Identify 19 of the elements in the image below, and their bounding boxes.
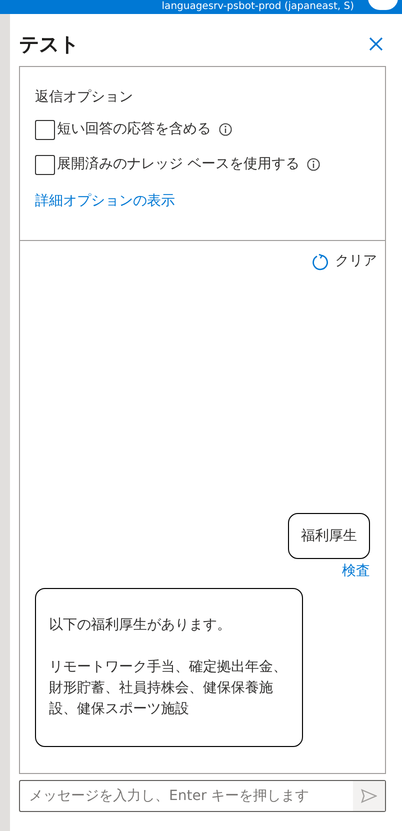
clear-button[interactable]: クリア — [311, 251, 377, 272]
message-paragraph: 以下の福利厚生があります。 — [49, 616, 232, 635]
send-icon — [361, 789, 377, 803]
info-icon[interactable] — [307, 158, 320, 171]
checkbox-label: 展開済みのナレッジ ベースを使用する — [57, 155, 300, 174]
message-input[interactable]: メッセージを入力し、Enter キーを押します — [19, 780, 386, 812]
message-paragraph: リモートワーク手当、確定拠出年金、財形貯蓄、社員持株会、健保保養施設、健保スポーツ施設 — [49, 658, 288, 719]
inspect-link[interactable]: 検査 — [342, 561, 370, 582]
advanced-options-link[interactable]: 詳細オプションの表示 — [35, 191, 175, 212]
panel-title: テスト — [19, 31, 79, 58]
checkbox[interactable] — [35, 120, 55, 140]
checkbox[interactable] — [35, 154, 55, 174]
refresh-icon — [311, 252, 329, 270]
resource-name: languagesrv-psbot-prod (japaneast, S) — [162, 1, 354, 13]
info-icon[interactable] — [219, 123, 232, 136]
user-message: 福利厚生 — [288, 513, 370, 559]
checkbox-label: 短い回答の応答を含める — [57, 120, 211, 139]
close-icon — [369, 37, 383, 51]
options-heading: 返信オプション — [35, 88, 134, 107]
